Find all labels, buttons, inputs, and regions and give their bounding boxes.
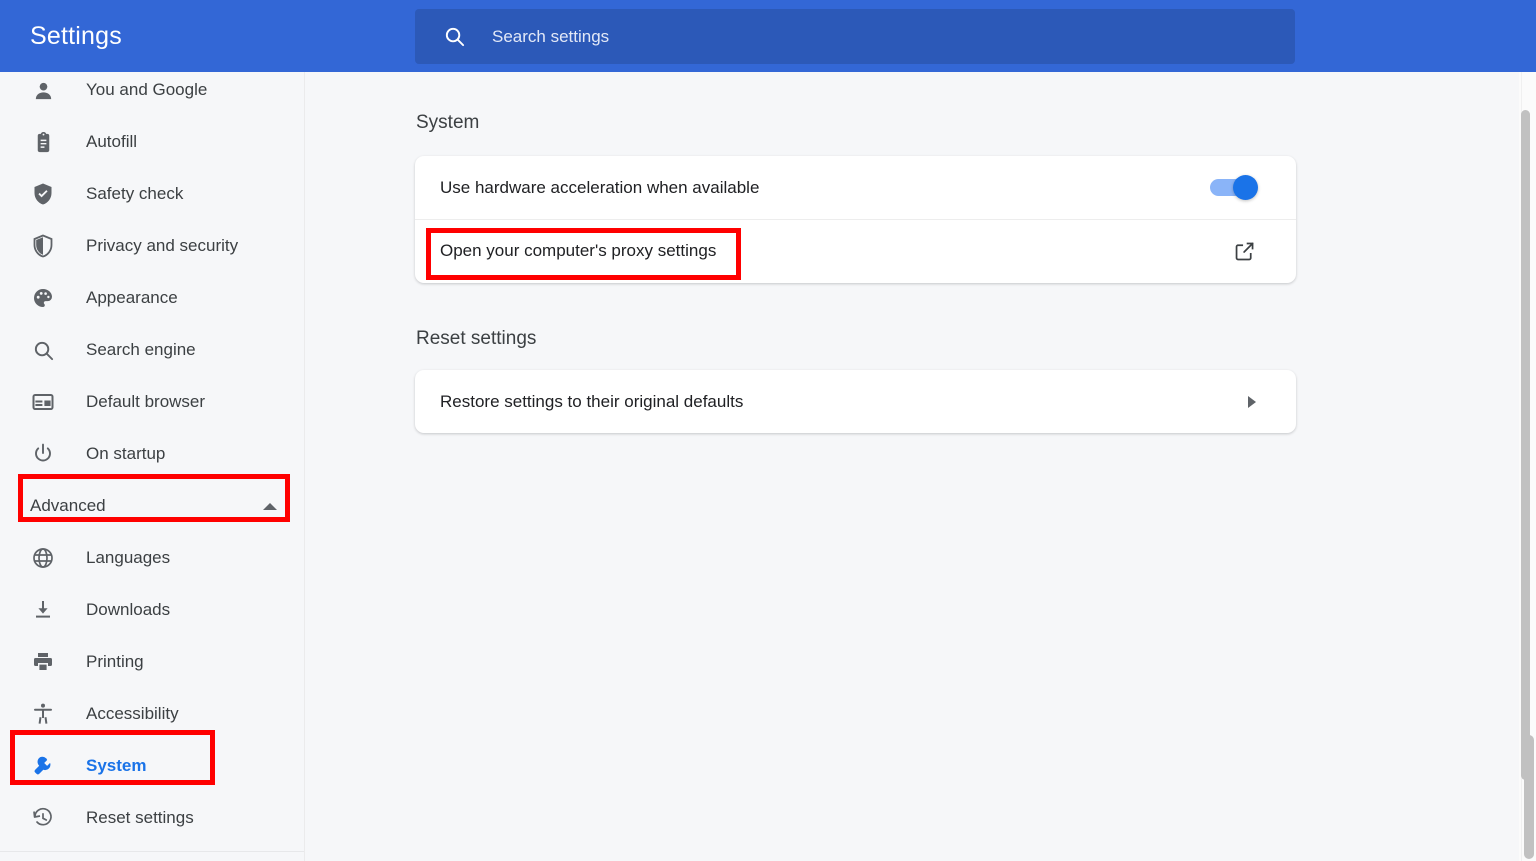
sidebar-item-system[interactable]: System — [0, 740, 304, 792]
restore-defaults-row[interactable]: Restore settings to their original defau… — [415, 370, 1296, 433]
sidebar: You and Google Autofill Safety check Pri… — [0, 72, 305, 861]
section-title-system: System — [416, 112, 480, 133]
reset-card: Restore settings to their original defau… — [415, 370, 1296, 433]
browser-window-icon — [30, 389, 56, 415]
sidebar-item-autofill[interactable]: Autofill — [0, 116, 304, 168]
sidebar-item-languages[interactable]: Languages — [0, 532, 304, 584]
settings-page: Settings Search settings You and Google … — [0, 0, 1536, 861]
hardware-acceleration-toggle[interactable] — [1210, 175, 1258, 200]
page-title: Settings — [30, 21, 122, 50]
proxy-settings-row[interactable]: Open your computer's proxy settings — [415, 219, 1296, 282]
chevron-right-icon — [1248, 395, 1256, 408]
globe-icon — [30, 545, 56, 571]
sidebar-item-label: Reset settings — [86, 808, 194, 827]
search-icon — [443, 25, 466, 48]
app-header: Settings Search settings — [0, 0, 1536, 72]
hardware-acceleration-label: Use hardware acceleration when available — [440, 177, 760, 197]
main-content: System Use hardware acceleration when av… — [322, 72, 1536, 861]
sidebar-item-reset-settings[interactable]: Reset settings — [0, 792, 304, 844]
sidebar-advanced-label: Advanced — [30, 496, 106, 515]
wrench-icon — [30, 753, 56, 779]
system-card: Use hardware acceleration when available… — [415, 156, 1296, 283]
section-title-reset: Reset settings — [416, 328, 537, 349]
sidebar-item-label: Search engine — [86, 340, 196, 359]
sidebar-item-you-and-google[interactable]: You and Google — [0, 72, 304, 116]
clipboard-icon — [30, 129, 56, 155]
sidebar-item-label: Safety check — [86, 184, 184, 203]
hardware-acceleration-row[interactable]: Use hardware acceleration when available — [415, 156, 1296, 219]
chevron-up-icon — [263, 502, 277, 510]
search-input[interactable]: Search settings — [415, 9, 1295, 64]
sidebar-divider — [0, 851, 304, 852]
sidebar-item-label: Appearance — [86, 288, 178, 307]
sidebar-item-label: Autofill — [86, 132, 138, 151]
sidebar-item-advanced[interactable]: Advanced — [0, 480, 304, 532]
download-icon — [30, 597, 56, 623]
sidebar-item-label: On startup — [86, 444, 166, 463]
sidebar-item-safety-check[interactable]: Safety check — [0, 168, 304, 220]
history-restore-icon — [30, 805, 56, 831]
person-icon — [30, 77, 56, 103]
restore-defaults-label: Restore settings to their original defau… — [440, 391, 744, 411]
sidebar-item-privacy-and-security[interactable]: Privacy and security — [0, 220, 304, 272]
sidebar-item-printing[interactable]: Printing — [0, 636, 304, 688]
shield-half-icon — [30, 233, 56, 259]
sidebar-item-accessibility[interactable]: Accessibility — [0, 688, 304, 740]
sidebar-item-on-startup[interactable]: On startup — [0, 428, 304, 480]
palette-icon — [30, 285, 56, 311]
sidebar-scrollbar-thumb[interactable] — [1521, 110, 1530, 780]
sidebar-item-label: Printing — [86, 652, 144, 671]
sidebar-item-label: Accessibility — [86, 704, 179, 723]
sidebar-item-label: Downloads — [86, 600, 171, 619]
search-icon — [30, 337, 56, 363]
sidebar-item-label: Languages — [86, 548, 171, 567]
sidebar-nav: You and Google Autofill Safety check Pri… — [0, 72, 304, 852]
accessibility-icon — [30, 701, 56, 727]
sidebar-item-default-browser[interactable]: Default browser — [0, 376, 304, 428]
sidebar-item-label: Default browser — [86, 392, 206, 411]
sidebar-item-label: System — [86, 756, 147, 775]
sidebar-item-downloads[interactable]: Downloads — [0, 584, 304, 636]
toggle-knob — [1233, 175, 1258, 200]
proxy-settings-label: Open your computer's proxy settings — [440, 241, 717, 260]
printer-icon — [30, 649, 56, 675]
shield-check-icon — [30, 181, 56, 207]
sidebar-item-appearance[interactable]: Appearance — [0, 272, 304, 324]
sidebar-item-label: Privacy and security — [86, 236, 239, 255]
sidebar-item-search-engine[interactable]: Search engine — [0, 324, 304, 376]
power-icon — [30, 441, 56, 467]
sidebar-item-label: You and Google — [86, 80, 208, 99]
search-placeholder-text: Search settings — [492, 26, 610, 46]
main-scrollbar-thumb[interactable] — [1524, 735, 1534, 859]
external-link-icon[interactable] — [1233, 240, 1256, 263]
